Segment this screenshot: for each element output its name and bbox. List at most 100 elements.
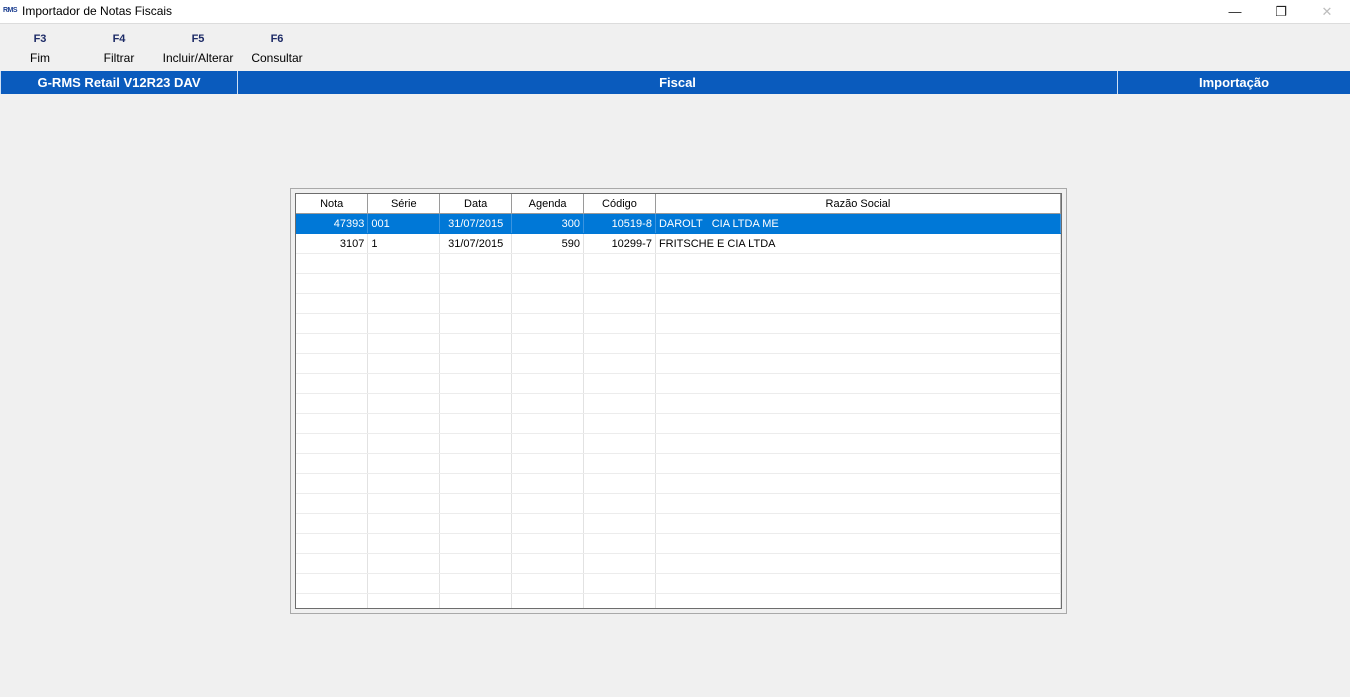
empty-cell	[511, 353, 585, 374]
col-header-nota[interactable]: Nota	[296, 194, 369, 214]
empty-cell	[511, 533, 585, 554]
empty-cell	[655, 273, 1061, 294]
empty-row	[296, 273, 1061, 294]
minimize-button[interactable]: —	[1212, 0, 1258, 23]
filtrar-button[interactable]: F4 Filtrar	[96, 32, 142, 68]
empty-cell	[439, 333, 513, 354]
empty-cell	[367, 353, 441, 374]
consultar-button[interactable]: F6 Consultar	[246, 32, 308, 68]
notas-grid[interactable]: Nota Série Data Agenda Código Razão Soci…	[295, 193, 1062, 609]
title-bar: RMS Importador de Notas Fiscais — ❐ ✕	[0, 0, 1350, 24]
cell-serie: 001	[367, 213, 441, 234]
empty-cell	[583, 313, 656, 334]
empty-cell	[655, 333, 1061, 354]
fim-label: Fim	[30, 51, 50, 65]
empty-cell	[583, 453, 656, 474]
col-header-razao-social[interactable]: Razão Social	[655, 194, 1061, 214]
empty-cell	[511, 413, 585, 434]
restore-button[interactable]: ❐	[1258, 0, 1304, 23]
col-header-data[interactable]: Data	[439, 194, 513, 214]
empty-cell	[583, 473, 656, 494]
notas-grid-frame: Nota Série Data Agenda Código Razão Soci…	[290, 188, 1067, 614]
empty-cell	[583, 293, 656, 314]
empty-cell	[296, 533, 369, 554]
empty-cell	[367, 393, 441, 414]
empty-cell	[367, 453, 441, 474]
empty-cell	[511, 473, 585, 494]
empty-cell	[583, 273, 656, 294]
notas-table: Nota Série Data Agenda Código Razão Soci…	[296, 194, 1061, 608]
empty-cell	[296, 373, 369, 394]
empty-cell	[511, 553, 585, 574]
empty-row	[296, 453, 1061, 474]
empty-cell	[367, 573, 441, 594]
empty-cell	[296, 353, 369, 374]
cell-razao-social: DAROLT CIA LTDA ME	[655, 213, 1061, 234]
empty-cell	[511, 453, 585, 474]
empty-cell	[296, 433, 369, 454]
cell-codigo: 10519-8	[583, 213, 656, 234]
empty-cell	[583, 353, 656, 374]
col-header-codigo[interactable]: Código	[583, 194, 656, 214]
empty-cell	[583, 393, 656, 414]
empty-row	[296, 473, 1061, 494]
empty-cell	[511, 313, 585, 334]
empty-cell	[655, 413, 1061, 434]
empty-cell	[367, 293, 441, 314]
fim-button[interactable]: F3 Fim	[20, 32, 60, 68]
empty-cell	[511, 373, 585, 394]
empty-cell	[367, 253, 441, 274]
empty-row	[296, 393, 1061, 414]
function-name: Importação	[1198, 75, 1270, 90]
cell-razao-social: FRITSCHE E CIA LTDA	[655, 233, 1061, 254]
empty-cell	[296, 273, 369, 294]
empty-cell	[655, 393, 1061, 414]
empty-row	[296, 293, 1061, 314]
cell-nota: 47393	[296, 213, 369, 234]
empty-cell	[367, 413, 441, 434]
empty-cell	[367, 593, 441, 608]
empty-cell	[367, 373, 441, 394]
empty-row	[296, 573, 1061, 594]
empty-cell	[583, 333, 656, 354]
empty-row	[296, 353, 1061, 374]
consultar-key: F6	[270, 33, 284, 45]
cell-data: 31/07/2015	[439, 213, 513, 234]
empty-cell	[439, 413, 513, 434]
table-row[interactable]: 47393 001 31/07/2015 300 10519-8 DAROLT …	[296, 213, 1061, 234]
empty-cell	[583, 573, 656, 594]
empty-cell	[439, 253, 513, 274]
incluir-alterar-button[interactable]: F5 Incluir/Alterar	[158, 32, 238, 68]
empty-cell	[367, 513, 441, 534]
cell-serie: 1	[367, 233, 441, 254]
empty-cell	[367, 333, 441, 354]
empty-row	[296, 433, 1061, 454]
cell-data: 31/07/2015	[439, 233, 513, 254]
empty-cell	[296, 293, 369, 314]
empty-row	[296, 553, 1061, 574]
close-button[interactable]: ✕	[1304, 0, 1350, 23]
cell-nota: 3107	[296, 233, 369, 254]
empty-cell	[511, 393, 585, 414]
col-header-agenda[interactable]: Agenda	[511, 194, 585, 214]
empty-cell	[439, 273, 513, 294]
empty-row	[296, 373, 1061, 394]
empty-row	[296, 493, 1061, 514]
col-header-serie[interactable]: Série	[367, 194, 441, 214]
empty-cell	[367, 473, 441, 494]
table-row[interactable]: 3107 1 31/07/2015 590 10299-7 FRITSCHE E…	[296, 233, 1061, 254]
cell-agenda: 300	[511, 213, 585, 234]
empty-cell	[583, 513, 656, 534]
window-title: Importador de Notas Fiscais	[22, 4, 173, 18]
empty-cell	[583, 413, 656, 434]
empty-cell	[439, 313, 513, 334]
empty-cell	[296, 453, 369, 474]
incluir-alterar-key: F5	[191, 33, 205, 45]
empty-cell	[511, 273, 585, 294]
function-key-toolbar: F3 Fim F4 Filtrar F5 Incluir/Alterar F6 …	[0, 24, 1350, 70]
empty-cell	[655, 533, 1061, 554]
empty-cell	[511, 293, 585, 314]
empty-cell	[439, 553, 513, 574]
empty-cell	[367, 273, 441, 294]
empty-row	[296, 313, 1061, 334]
